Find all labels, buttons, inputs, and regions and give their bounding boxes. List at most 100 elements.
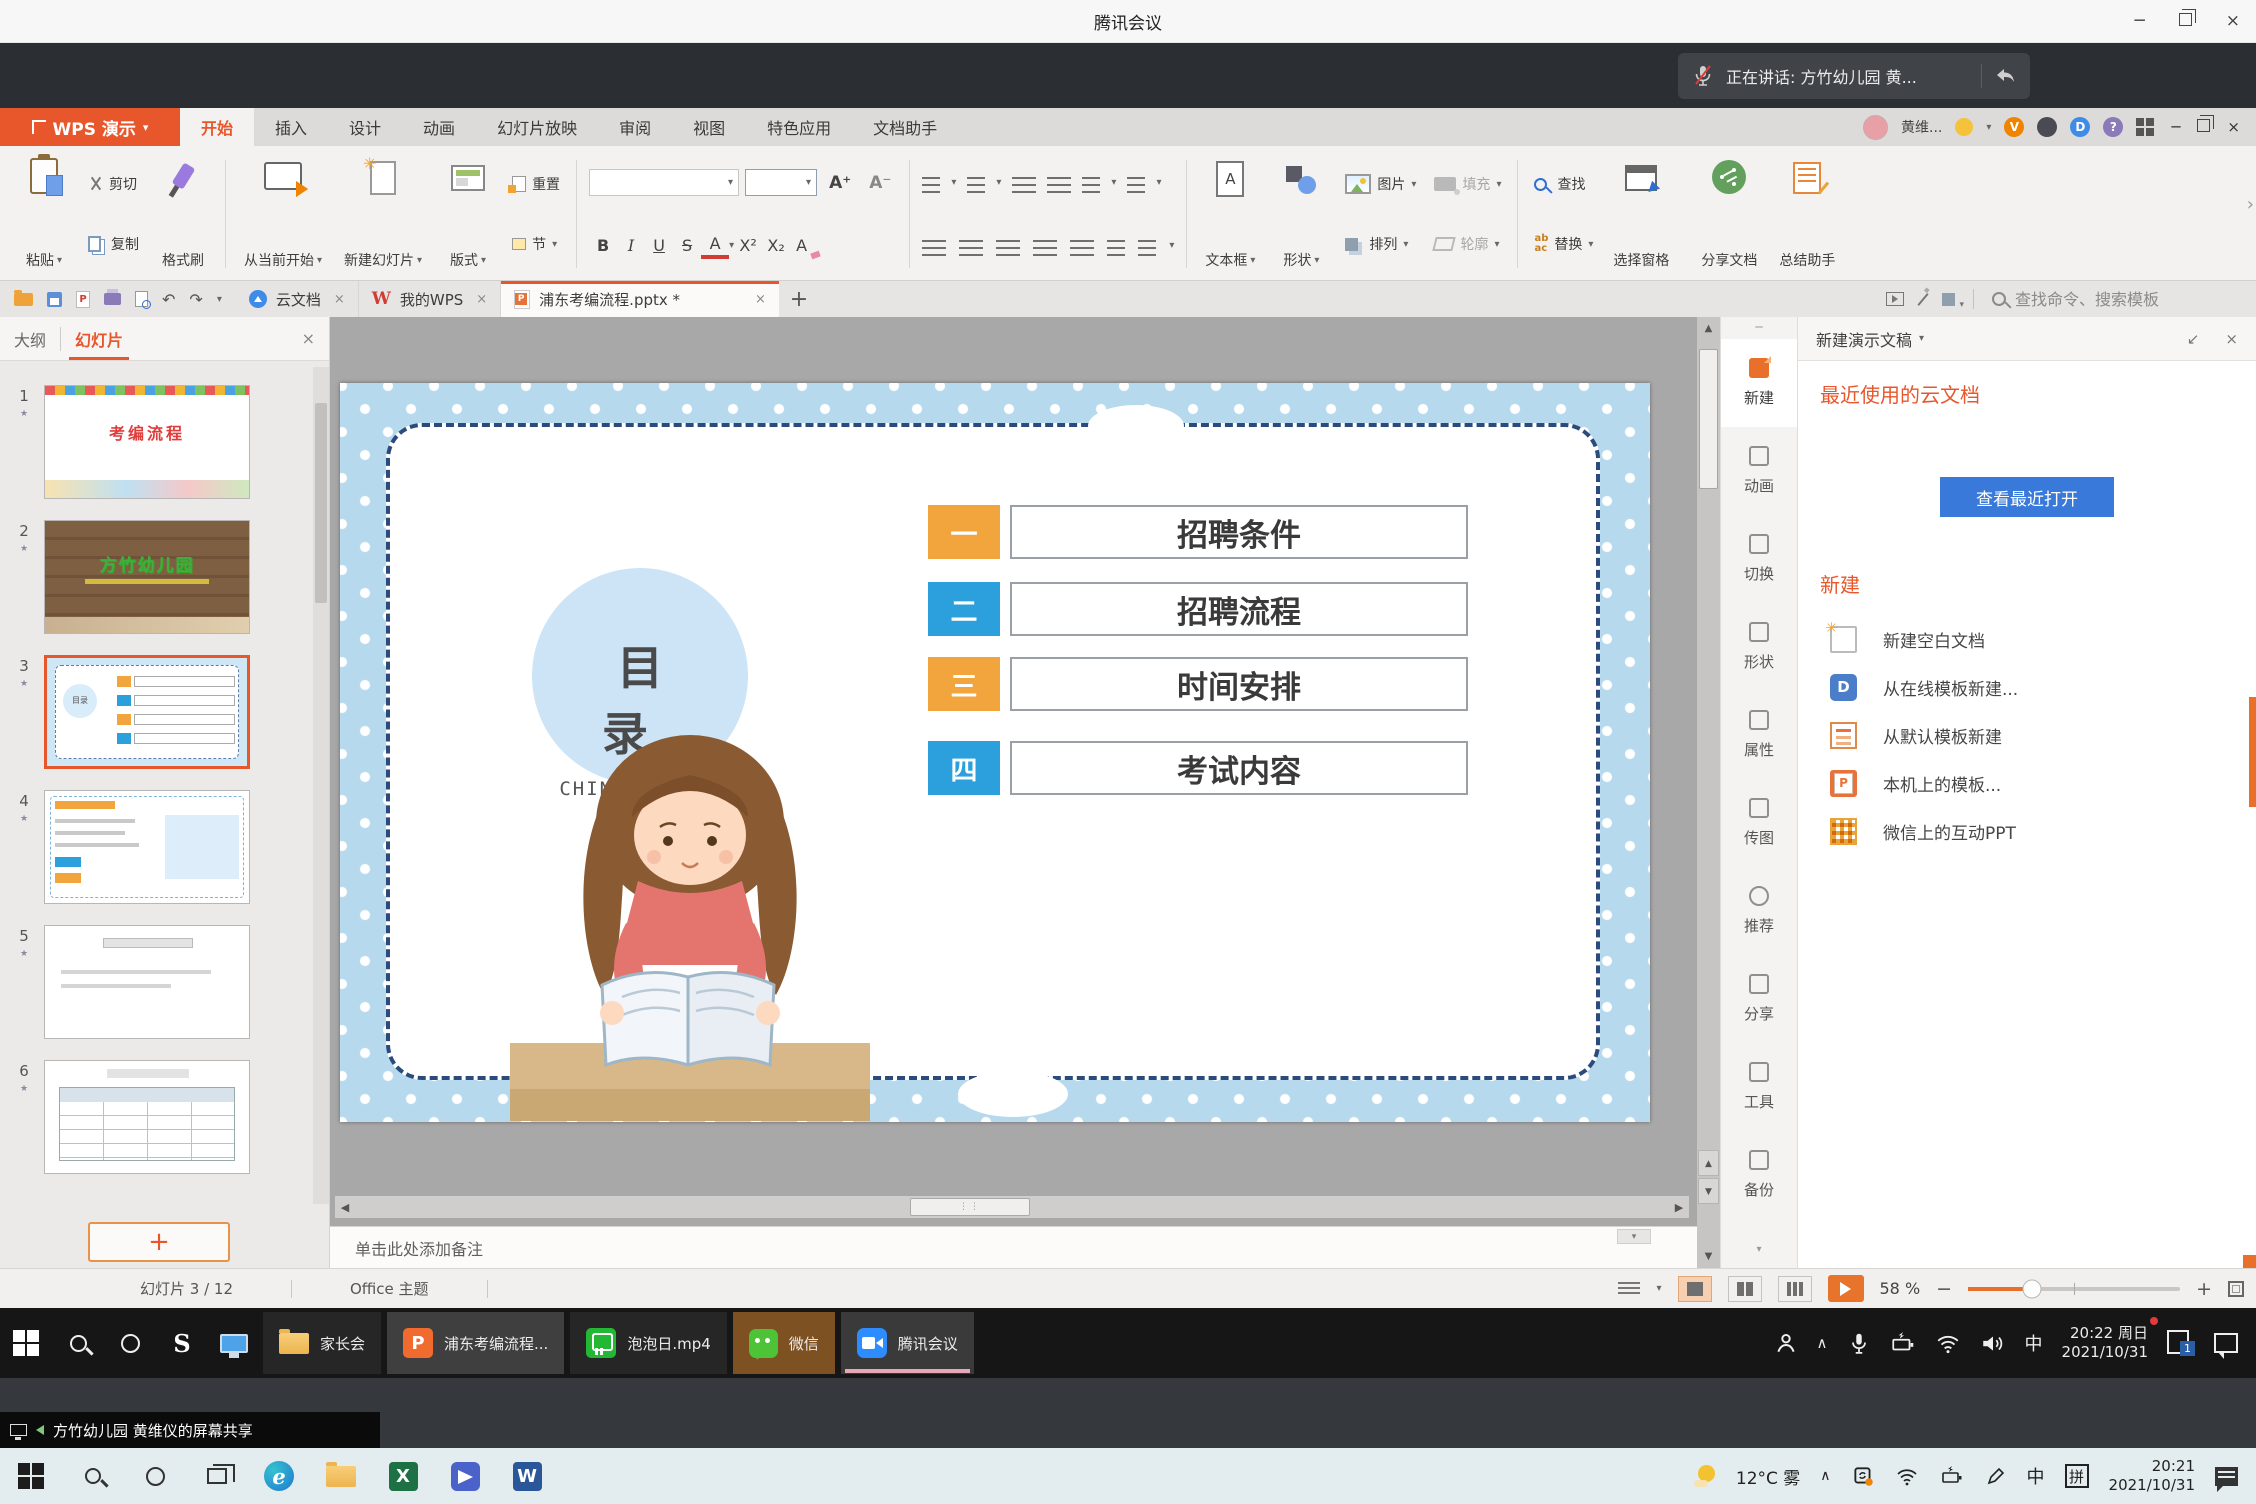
new-blank-doc-item[interactable]: 新建空白文档 bbox=[1798, 615, 2256, 663]
save-icon[interactable] bbox=[47, 292, 62, 307]
tab-outline[interactable]: 大纲 bbox=[14, 327, 61, 351]
align-center-icon[interactable] bbox=[959, 240, 983, 256]
shape-tool-icon[interactable] bbox=[1942, 293, 1955, 306]
remote-clock[interactable]: 20:22 周日 2021/10/31 bbox=[2062, 1324, 2148, 1363]
scrollbar-thumb[interactable]: ⋮⋮ bbox=[910, 1198, 1030, 1216]
scroll-up-icon[interactable]: ▲ bbox=[1697, 323, 1720, 334]
open-file-icon[interactable] bbox=[14, 293, 33, 306]
doc-tab-cloud[interactable]: 云文档 × bbox=[236, 281, 359, 317]
pane-scrollbar[interactable] bbox=[2249, 697, 2256, 807]
text-direction-icon[interactable] bbox=[1082, 177, 1100, 193]
strikethrough-button[interactable]: S bbox=[673, 233, 701, 259]
wifi-icon[interactable] bbox=[1935, 1331, 1961, 1355]
status-caret-icon[interactable]: ▾ bbox=[1656, 1283, 1661, 1294]
rail-more-icon[interactable]: ▾ bbox=[1721, 1244, 1797, 1268]
find-button[interactable]: 查找 bbox=[1530, 172, 1597, 196]
taskbar-search-icon[interactable] bbox=[52, 1308, 104, 1378]
word-icon[interactable]: W bbox=[496, 1448, 558, 1504]
scroll-down-icon[interactable]: ▼ bbox=[1697, 1251, 1720, 1262]
sidebar-item-properties[interactable]: 属性 bbox=[1721, 691, 1797, 779]
slide-thumbnail-6[interactable] bbox=[44, 1060, 250, 1174]
font-color-button[interactable]: A bbox=[701, 233, 729, 259]
quick-access-caret-icon[interactable]: ▾ bbox=[217, 294, 222, 305]
bullets-icon[interactable] bbox=[922, 177, 940, 193]
tray-expand-icon[interactable]: ∧ bbox=[1820, 1468, 1830, 1484]
action-center-icon[interactable] bbox=[2214, 1333, 2238, 1353]
taskbar-app-wps[interactable]: P浦东考编流程... bbox=[387, 1312, 564, 1374]
notes-area[interactable]: 单击此处添加备注 ▾ bbox=[330, 1226, 1697, 1268]
sync-icon[interactable] bbox=[1851, 1464, 1875, 1488]
tab-doc-assistant[interactable]: 文档助手 bbox=[852, 108, 958, 146]
thumbnail-row-3[interactable]: 3★ 目录 bbox=[4, 655, 309, 769]
next-slide-button[interactable]: ▼ bbox=[1698, 1178, 1719, 1204]
font-name-combobox[interactable]: ▾ bbox=[589, 169, 739, 196]
pane-resize-icon[interactable]: ↙ bbox=[2187, 330, 2200, 348]
ime-indicator[interactable]: 中 bbox=[2027, 1463, 2045, 1489]
start-button[interactable] bbox=[0, 1308, 52, 1378]
replace-button[interactable]: abac替换▾ bbox=[1530, 232, 1597, 256]
help-icon[interactable]: ? bbox=[2103, 117, 2123, 137]
tab-view[interactable]: 视图 bbox=[672, 108, 746, 146]
increase-indent-icon[interactable] bbox=[1047, 177, 1071, 193]
docer-icon[interactable]: D bbox=[2070, 117, 2090, 137]
cut-button[interactable]: 剪切 bbox=[84, 172, 143, 196]
meeting-close-button[interactable]: × bbox=[2226, 11, 2240, 31]
numbering-icon[interactable] bbox=[967, 177, 985, 193]
normal-view-button[interactable] bbox=[1678, 1276, 1712, 1302]
thumbnail-row-2[interactable]: 2★ 方竹幼儿园 bbox=[4, 520, 309, 634]
close-tab-icon[interactable]: × bbox=[476, 292, 487, 307]
close-tab-icon[interactable]: × bbox=[334, 292, 345, 307]
command-search[interactable] bbox=[1992, 290, 2240, 309]
sidebar-item-transition[interactable]: 切换 bbox=[1721, 515, 1797, 603]
magic-wand-icon[interactable] bbox=[1917, 293, 1928, 306]
thumbnail-row-5[interactable]: 5★ bbox=[4, 925, 309, 1039]
sidebar-item-backup[interactable]: 备份 bbox=[1721, 1131, 1797, 1219]
ime-mode-indicator[interactable]: 拼 bbox=[2065, 1464, 2089, 1488]
tab-slideshow[interactable]: 幻灯片放映 bbox=[476, 108, 598, 146]
bold-button[interactable]: B bbox=[589, 233, 617, 259]
pane-close-icon[interactable]: × bbox=[2225, 330, 2238, 348]
picture-button[interactable]: 图片▾ bbox=[1341, 172, 1420, 196]
close-tab-icon[interactable]: × bbox=[755, 292, 766, 307]
fill-button[interactable]: 填充▾ bbox=[1430, 172, 1505, 196]
weather-icon[interactable] bbox=[1694, 1465, 1716, 1487]
pc-icon[interactable] bbox=[208, 1308, 260, 1378]
thumbnail-row-1[interactable]: 1★ 考编流程 bbox=[4, 385, 309, 499]
arrange-button[interactable]: 排列▾ bbox=[1341, 232, 1420, 256]
cortana-icon[interactable] bbox=[104, 1308, 156, 1378]
slide-thumbnail-3-selected[interactable]: 目录 bbox=[44, 655, 250, 769]
add-slide-button[interactable]: + bbox=[88, 1222, 230, 1262]
local-clock[interactable]: 20:21 2021/10/31 bbox=[2109, 1457, 2195, 1496]
tab-design[interactable]: 设计 bbox=[328, 108, 402, 146]
user-avatar[interactable] bbox=[1863, 115, 1888, 140]
switch-ui-icon[interactable] bbox=[2136, 118, 2154, 136]
play-window-icon[interactable] bbox=[1886, 292, 1904, 306]
start-button[interactable] bbox=[0, 1448, 62, 1504]
scroll-left-icon[interactable]: ◀ bbox=[335, 1201, 355, 1214]
taskbar-search-icon[interactable] bbox=[62, 1448, 124, 1504]
decrease-font-button[interactable]: A⁻ bbox=[863, 173, 897, 193]
subscript-button[interactable]: X₂ bbox=[762, 233, 790, 259]
print-preview-icon[interactable] bbox=[135, 291, 148, 307]
wps-close-button[interactable]: × bbox=[2223, 118, 2244, 136]
close-panel-icon[interactable]: × bbox=[302, 329, 315, 348]
thumbnail-row-6[interactable]: 6★ bbox=[4, 1060, 309, 1174]
new-slide-button[interactable]: 新建幻灯片▾ bbox=[338, 154, 428, 274]
summary-assistant-button[interactable]: 总结助手 bbox=[1773, 154, 1841, 274]
redo-icon[interactable]: ↷ bbox=[189, 290, 202, 309]
thumbnail-scrollbar[interactable] bbox=[313, 367, 329, 1204]
notes-toggle-icon[interactable] bbox=[1618, 1282, 1640, 1296]
zoom-in-button[interactable]: + bbox=[2196, 1278, 2212, 1300]
previous-slide-button[interactable]: ▲ bbox=[1698, 1150, 1719, 1176]
undo-icon[interactable]: ↶ bbox=[162, 290, 175, 309]
export-pdf-icon[interactable]: P bbox=[76, 291, 90, 308]
slide-sorter-view-button[interactable] bbox=[1728, 1276, 1762, 1302]
excel-icon[interactable]: X bbox=[372, 1448, 434, 1504]
copy-button[interactable]: 复制 bbox=[84, 232, 143, 256]
align-left-icon[interactable] bbox=[922, 240, 946, 256]
taskbar-app-wechat[interactable]: 微信 bbox=[733, 1312, 835, 1374]
vertical-scrollbar[interactable]: ▲ ▲ ▼ ▼ bbox=[1697, 317, 1720, 1268]
notification-icon[interactable] bbox=[2215, 1467, 2238, 1486]
share-document-button[interactable]: 分享文档 bbox=[1695, 154, 1763, 274]
new-tab-button[interactable]: + bbox=[779, 281, 819, 317]
